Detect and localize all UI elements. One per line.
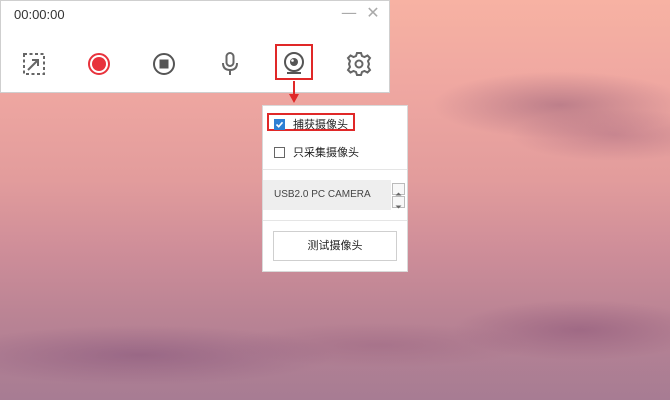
close-button[interactable]: ✕ <box>365 3 381 23</box>
camera-only-label: 只采集摄像头 <box>293 146 359 159</box>
webcam-highlight-box <box>275 44 313 80</box>
test-camera-button[interactable]: 测试摄像头 <box>273 231 397 261</box>
minimize-button[interactable]: — <box>341 3 357 23</box>
recorder-panel: 00:00:00 — ✕ <box>0 0 390 93</box>
device-down-button[interactable] <box>392 196 405 209</box>
chevron-down-icon <box>395 205 402 209</box>
capture-camera-option[interactable]: 捕获摄像头 <box>274 115 348 133</box>
divider <box>263 220 407 221</box>
divider <box>263 169 407 170</box>
region-select-button[interactable] <box>14 44 54 84</box>
microphone-button[interactable] <box>210 44 250 84</box>
record-button[interactable] <box>79 44 119 84</box>
capture-camera-label: 捕获摄像头 <box>293 118 348 131</box>
capture-camera-checkbox[interactable] <box>274 118 285 130</box>
camera-device-select[interactable]: USB2.0 PC CAMERA <box>263 180 391 210</box>
arrow-down-icon <box>289 81 299 103</box>
microphone-icon <box>222 52 238 75</box>
camera-dropdown: 捕获摄像头 只采集摄像头 USB2.0 PC CAMERA 测试摄像头 <box>262 105 408 272</box>
settings-button[interactable] <box>339 44 379 84</box>
camera-only-option[interactable]: 只采集摄像头 <box>274 143 359 161</box>
checkmark-icon <box>275 121 284 128</box>
region-select-icon <box>23 53 45 75</box>
stop-icon <box>153 53 175 75</box>
recording-timer: 00:00:00 <box>14 7 65 22</box>
device-up-button[interactable] <box>392 183 405 196</box>
stop-button[interactable] <box>144 44 184 84</box>
gear-icon <box>346 52 372 76</box>
record-icon <box>88 53 110 75</box>
camera-only-checkbox[interactable] <box>274 146 285 158</box>
